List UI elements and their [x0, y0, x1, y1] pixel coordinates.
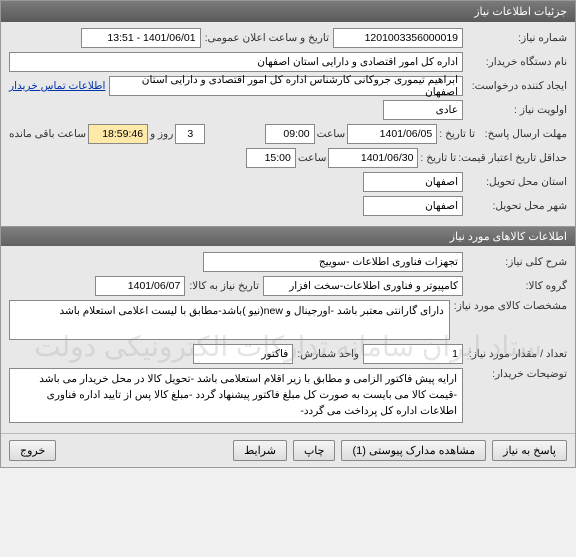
main-window: جزئیات اطلاعات نیاز شماره نیاز: 12010033… — [0, 0, 576, 468]
goods-spec-field: دارای گارانتی معتبر باشد -اورجینال و new… — [9, 300, 450, 340]
announce-label: تاریخ و ساعت اعلان عمومی: — [205, 32, 329, 44]
priority-label: اولویت نیاز : — [467, 104, 567, 116]
time-label-1: ساعت — [317, 128, 346, 140]
delivery-state-label: استان محل تحویل: — [467, 176, 567, 188]
goods-group-label: گروه کالا: — [467, 280, 567, 292]
details-button[interactable]: شرایط — [233, 440, 287, 461]
unit-label: واحد شمارش: — [297, 348, 359, 360]
general-desc-label: شرح کلی نیاز: — [467, 256, 567, 268]
price-valid-label: حداقل تاریخ اعتبار قیمت: — [458, 152, 567, 164]
respond-button[interactable]: پاسخ به نیاز — [492, 440, 567, 461]
delivery-state-field: اصفهان — [363, 172, 463, 192]
window-title: جزئیات اطلاعات نیاز — [474, 6, 567, 18]
days-remain-field: 3 — [175, 124, 205, 144]
goods-section: ستاد ایران سامانه تدارکات الکترونیکی دول… — [1, 246, 575, 433]
general-desc-field: تجهزات فناوری اطلاعات -سوییج — [203, 252, 463, 272]
exit-button[interactable]: خروج — [9, 440, 56, 461]
buyer-label: نام دستگاه خریدار: — [467, 56, 567, 68]
delivery-city-label: شهر محل تحویل: — [467, 200, 567, 212]
print-button[interactable]: چاپ — [293, 440, 336, 461]
need-no-field: 1201003356000019 — [333, 28, 463, 48]
footer-bar: پاسخ به نیاز مشاهده مدارک پیوستی (1) چاپ… — [1, 433, 575, 467]
to-date-label: تا تاریخ : — [439, 128, 475, 140]
delivery-city-field: اصفهان — [363, 196, 463, 216]
deadline-date-field: 1401/06/05 — [347, 124, 437, 144]
window-title-bar: جزئیات اطلاعات نیاز — [1, 1, 575, 22]
time-remain-field: 18:59:46 — [88, 124, 148, 144]
deadline-time-field: 09:00 — [265, 124, 315, 144]
buyer-notes-label: توضیحات خریدار: — [467, 368, 567, 380]
to-date-label-2: تا تاریخ : — [420, 152, 456, 164]
contact-link[interactable]: اطلاعات تماس خریدار — [9, 80, 105, 92]
attachments-button[interactable]: مشاهده مدارک پیوستی (1) — [341, 440, 486, 461]
need-date-field: 1401/06/07 — [95, 276, 185, 296]
need-no-label: شماره نیاز: — [467, 32, 567, 44]
days-and-label: روز و — [150, 128, 173, 140]
buyer-notes-field: ارایه پیش فاکتور الزامی و مطابق با زیر ا… — [9, 368, 463, 423]
time-remain-suffix: ساعت باقی مانده — [9, 128, 86, 140]
priority-field: عادی — [383, 100, 463, 120]
need-info-section: شماره نیاز: 1201003356000019 تاریخ و ساع… — [1, 22, 575, 226]
unit-field: فاکتور — [193, 344, 293, 364]
time-label-2: ساعت — [298, 152, 327, 164]
deadline-label: مهلت ارسال پاسخ: — [477, 128, 567, 140]
announce-field: 1401/06/01 - 13:51 — [81, 28, 201, 48]
price-valid-date-field: 1401/06/30 — [328, 148, 418, 168]
goods-group-field: کامپیوتر و فناوری اطلاعات-سخت افزار — [263, 276, 463, 296]
need-date-label: تاریخ نیاز به کالا: — [189, 280, 259, 292]
goods-spec-label: مشخصات کالای مورد نیاز: — [454, 300, 567, 312]
qty-field: 1 — [363, 344, 463, 364]
creator-label: ایجاد کننده درخواست: — [467, 80, 567, 92]
buyer-field: اداره کل امور اقتصادی و دارایی استان اصف… — [9, 52, 463, 72]
qty-label: تعداد / مقدار مورد نیاز: — [467, 348, 567, 360]
price-valid-time-field: 15:00 — [246, 148, 296, 168]
goods-section-header: اطلاعات کالاهای مورد نیاز — [1, 226, 575, 246]
creator-field: ابراهیم تیموری جروکانی کارشناس اداره کل … — [109, 76, 463, 96]
